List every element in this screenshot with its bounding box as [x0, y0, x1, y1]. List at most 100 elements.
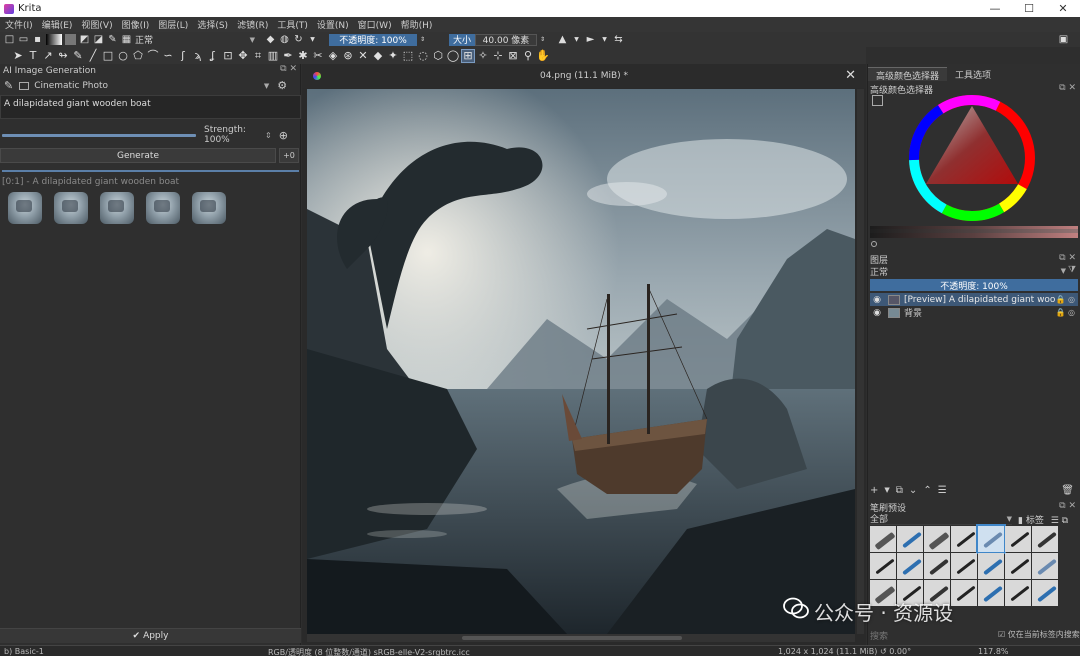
rectangle-tool-icon[interactable]: □: [102, 50, 114, 62]
assistant-tool-icon[interactable]: ✕: [357, 50, 369, 62]
settings-gear-icon[interactable]: ⚙: [277, 79, 287, 92]
brush-preset[interactable]: [897, 526, 923, 552]
menu-layer[interactable]: 图层(L): [158, 18, 188, 31]
menu-select[interactable]: 选择(S): [197, 18, 228, 31]
select-shape-tool-icon[interactable]: ➤: [12, 50, 24, 62]
freehand-select-tool-icon[interactable]: ◯: [447, 50, 459, 62]
brush-search-input[interactable]: 搜索: [870, 629, 888, 642]
workspace-icon[interactable]: ▣: [1058, 34, 1069, 45]
opacity-spin-icon[interactable]: ⇕: [417, 34, 428, 45]
color-settings-icon[interactable]: [872, 95, 883, 106]
mirror-horizontal-icon[interactable]: ▲: [557, 34, 568, 45]
layer-properties-icon[interactable]: ☰: [938, 485, 947, 496]
freehand-path-tool-icon[interactable]: ʃ: [177, 50, 189, 62]
menu-settings[interactable]: 设置(N): [317, 18, 349, 31]
brush-filter-select[interactable]: 全部 ▼: [870, 513, 1012, 525]
docker-float-close-icon[interactable]: ⧉ ✕: [1059, 253, 1076, 263]
status-rotation[interactable]: ↺ 0.00°: [880, 647, 911, 656]
eraser-icon[interactable]: ◆: [265, 34, 276, 45]
brush-preset[interactable]: [1005, 526, 1031, 552]
brush-preset[interactable]: [1032, 580, 1058, 606]
brush-preset[interactable]: [978, 553, 1004, 579]
strength-value[interactable]: Strength: 100%: [204, 125, 262, 145]
brush-preset[interactable]: [870, 553, 896, 579]
pattern-icon[interactable]: [65, 34, 76, 45]
gradient-icon[interactable]: [46, 34, 62, 45]
refresh-icon[interactable]: ↻: [293, 34, 304, 45]
move-layer-up-icon[interactable]: ⌃: [923, 485, 931, 496]
layer-row-background[interactable]: ◉ 背景 🔒 ◎: [870, 306, 1078, 319]
menu-view[interactable]: 视图(V): [81, 18, 112, 31]
view-mode-icon[interactable]: ☰ ⧉: [1051, 516, 1068, 526]
vertical-scrollbar[interactable]: [857, 89, 864, 634]
menu-file[interactable]: 文件(I): [5, 18, 33, 31]
menu-image[interactable]: 图像(I): [122, 18, 150, 31]
gradient-tool-icon[interactable]: ▥: [267, 50, 279, 62]
zoom-tool-icon[interactable]: ⚲: [522, 50, 534, 62]
brush-preset[interactable]: [951, 580, 977, 606]
colorize-mask-tool-icon[interactable]: ✱: [297, 50, 309, 62]
reference-images-tool-icon[interactable]: ✦: [387, 50, 399, 62]
magnetic-select-tool-icon[interactable]: ⊠: [507, 50, 519, 62]
status-zoom[interactable]: 117.8%: [978, 647, 1009, 656]
enclose-fill-tool-icon[interactable]: ⊛: [342, 50, 354, 62]
queue-button[interactable]: +0: [279, 148, 299, 163]
layer-blend-mode-select[interactable]: 正常 ▼: [870, 265, 1066, 278]
layer-filter-icon[interactable]: ⧩: [1068, 265, 1076, 275]
brush-preset[interactable]: [978, 580, 1004, 606]
reset-colors-icon[interactable]: ◪: [93, 34, 104, 45]
move-layer-down-icon[interactable]: ⌄: [909, 485, 917, 496]
minimize-button[interactable]: —: [978, 0, 1012, 17]
multibrush-tool-icon[interactable]: ʆ: [207, 50, 219, 62]
close-document-icon[interactable]: ✕: [845, 68, 856, 83]
polyline-tool-icon[interactable]: ⌒: [147, 50, 159, 62]
menu-help[interactable]: 帮助(H): [401, 18, 433, 31]
size-spin-icon[interactable]: ⇕: [537, 34, 548, 45]
chevron-down-icon[interactable]: ▼: [571, 34, 582, 45]
edit-shapes-tool-icon[interactable]: ↗: [42, 50, 54, 62]
pan-tool-icon[interactable]: ✋: [536, 50, 550, 62]
open-document-icon[interactable]: ▭: [18, 34, 29, 45]
brush-preset-icon[interactable]: ✎: [107, 34, 118, 45]
trash-icon[interactable]: 🗑: [1061, 485, 1074, 496]
chevron-down-icon[interactable]: ▼: [599, 34, 610, 45]
visibility-eye-icon[interactable]: ◉: [872, 295, 882, 305]
polygon-tool-icon[interactable]: ⬠: [132, 50, 144, 62]
brush-preset[interactable]: [897, 553, 923, 579]
generate-button[interactable]: Generate: [0, 148, 276, 163]
brush-preset-selected[interactable]: [976, 524, 1006, 554]
tab-tool-options[interactable]: 工具选项: [947, 67, 999, 81]
history-thumbnail[interactable]: [8, 192, 42, 224]
add-layer-icon[interactable]: +: [870, 485, 878, 496]
polygon-select-tool-icon[interactable]: ⬡: [432, 50, 444, 62]
brush-tool-icon[interactable]: ✎: [72, 50, 84, 62]
calligraphy-tool-icon[interactable]: ↬: [57, 50, 69, 62]
measure-tool-icon[interactable]: ◆: [372, 50, 384, 62]
bezier-tool-icon[interactable]: ∽: [162, 50, 174, 62]
color-picker-tool-icon[interactable]: ✒: [282, 50, 294, 62]
layer-opacity-slider[interactable]: 不透明度: 100%: [870, 279, 1078, 292]
apply-button[interactable]: ✔ Apply: [0, 628, 301, 643]
brush-preset[interactable]: [924, 553, 950, 579]
history-thumbnail[interactable]: [100, 192, 134, 224]
docker-float-close-icon[interactable]: ⧉ ✕: [1059, 83, 1076, 93]
color-history-icon[interactable]: [871, 241, 877, 247]
horizontal-scroll-thumb[interactable]: [462, 636, 682, 640]
transform-tool-icon[interactable]: ⊡: [222, 50, 234, 62]
document-tab[interactable]: 04.png (11.1 MiB) * ✕: [302, 64, 866, 88]
smart-patch-tool-icon[interactable]: ✂: [312, 50, 324, 62]
brush-preset[interactable]: [1005, 580, 1031, 606]
brush-preset[interactable]: [951, 526, 977, 552]
size-slider-label-box[interactable]: 大小: [449, 33, 475, 46]
color-wheel[interactable]: [902, 94, 1042, 234]
dynamic-brush-tool-icon[interactable]: ϡ: [192, 50, 204, 62]
status-brush[interactable]: b) Basic-1: [4, 647, 44, 656]
bezier-select-tool-icon[interactable]: ⊹: [492, 50, 504, 62]
blend-mode-select[interactable]: 正常 ▼: [135, 34, 255, 47]
brush-tag-button[interactable]: ▮ 标签 ☰ ⧉: [1018, 513, 1068, 526]
opacity-slider[interactable]: 不透明度: 100%: [329, 33, 417, 46]
wrap-around-icon[interactable]: ⇆: [613, 34, 624, 45]
duplicate-layer-icon[interactable]: ⧉: [896, 485, 903, 496]
size-slider[interactable]: 40.00 像素: [475, 33, 537, 46]
menu-window[interactable]: 窗口(W): [358, 18, 392, 31]
